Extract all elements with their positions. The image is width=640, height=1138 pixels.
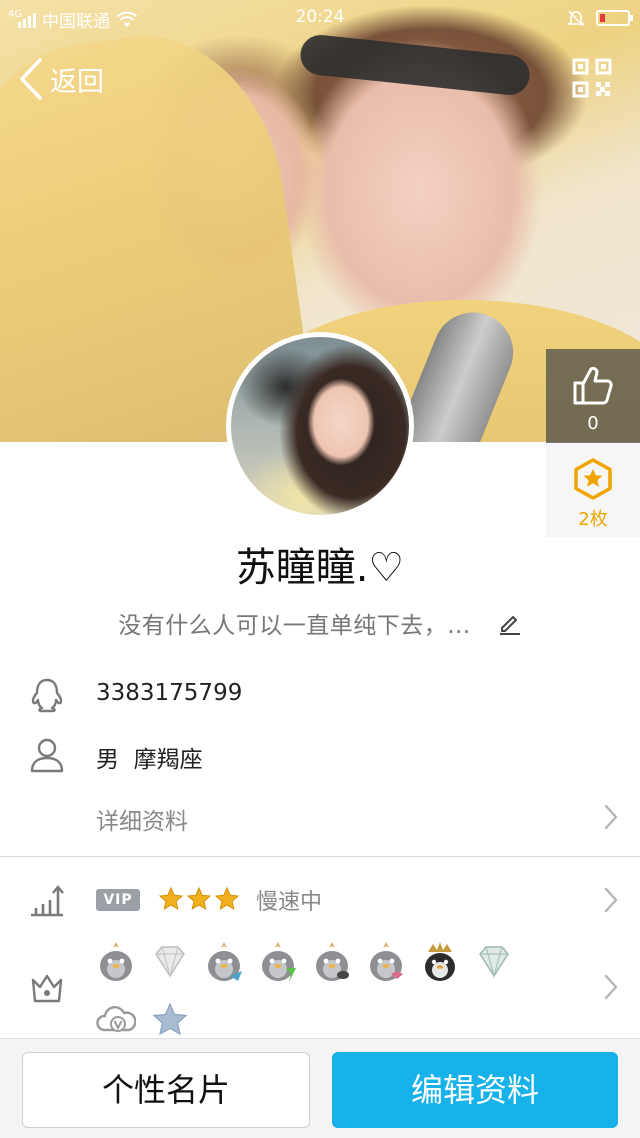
divider [0, 856, 640, 857]
chevron-right-icon [604, 887, 618, 913]
gender-zodiac-row: 男 摩羯座 [0, 736, 640, 776]
like-count: 0 [587, 413, 599, 434]
battery-icon [596, 10, 633, 26]
crown-icon [31, 974, 63, 1003]
vip-stars [158, 886, 240, 912]
signature-text: 没有什么人可以一直单纯下去，... [118, 613, 471, 639]
person-icon [30, 738, 64, 773]
crown-penguin-icon [96, 938, 136, 984]
chevron-right-icon [604, 974, 618, 1000]
qr-code-icon[interactable] [572, 58, 612, 98]
status-icons [566, 8, 633, 28]
badge-list [96, 938, 566, 1044]
green-diamond-icon [474, 938, 514, 984]
gift-button[interactable]: 2枚 [546, 443, 640, 537]
chevron-left-icon [20, 58, 42, 100]
penguin-icon [31, 678, 63, 713]
details-label: 详细资料 [96, 809, 188, 835]
profile-name: 苏瞳瞳.♡ [235, 545, 405, 591]
level-chart-icon [31, 885, 64, 917]
qq-number: 3383175799 [96, 680, 243, 706]
pencil-icon[interactable] [498, 611, 522, 635]
vip-star-icon [214, 886, 240, 911]
star-medal-icon [574, 458, 612, 500]
clock: 20:24 [295, 7, 345, 27]
vip-star-icon [186, 886, 212, 911]
personal-card-button[interactable]: 个性名片 [22, 1052, 310, 1128]
diamond-icon [150, 938, 190, 984]
crown-penguin-mustache-icon [312, 938, 352, 984]
crown-penguin-blue-icon [204, 938, 244, 984]
gender-zodiac: 男 摩羯座 [96, 747, 203, 773]
like-button[interactable]: 0 [546, 349, 640, 443]
details-row[interactable]: 详细资料 [0, 798, 640, 838]
bottom-bar: 个性名片 编辑资料 [0, 1038, 640, 1138]
signature-row[interactable]: 没有什么人可以一直单纯下去，... [0, 606, 640, 640]
vip-badge: VIP [96, 889, 140, 911]
crown-penguin-green-icon [258, 938, 298, 984]
chevron-right-icon [604, 804, 618, 830]
avatar[interactable] [226, 332, 414, 520]
back-label: 返回 [50, 66, 104, 98]
king-penguin-icon [420, 938, 460, 984]
back-button[interactable]: 返回 [18, 55, 104, 103]
thumbs-up-icon [573, 366, 613, 405]
vip-status: 慢速中 [256, 890, 323, 915]
status-bar: 4G 中国联通 20:24 [0, 0, 640, 36]
muted-bell-icon [567, 10, 585, 27]
gift-count: 2枚 [578, 509, 608, 530]
qq-number-row: 3383175799 [0, 676, 640, 716]
crown-penguin-bowtie-icon [366, 938, 406, 984]
edit-profile-button[interactable]: 编辑资料 [332, 1052, 618, 1128]
vip-star-icon [158, 886, 184, 911]
